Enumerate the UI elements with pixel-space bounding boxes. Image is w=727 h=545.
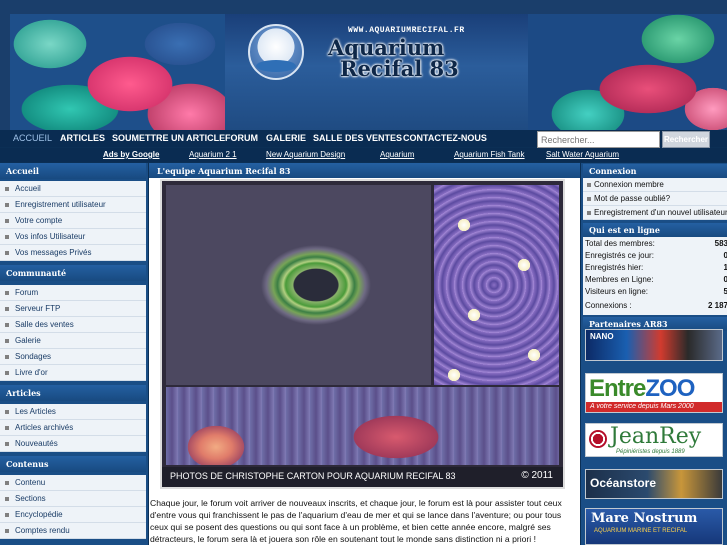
banner-image: WWW.AQUARIUMRECIFAL.FR Aquarium Recifal … xyxy=(10,14,727,130)
nav-salle-des-ventes[interactable]: SALLE DES VENTES xyxy=(313,133,402,143)
bullet-icon xyxy=(5,187,9,191)
sidebar-item-galerie[interactable]: Galerie xyxy=(0,333,146,349)
nav-galerie[interactable]: GALERIE xyxy=(266,133,306,143)
ad-link[interactable]: Salt Water Aquarium xyxy=(546,150,619,159)
bullet-icon xyxy=(5,513,9,517)
sidebar-item-accueil[interactable]: Accueil xyxy=(0,181,146,197)
section-header-communaute: Communauté xyxy=(0,265,146,281)
section-header-articles: Articles xyxy=(0,385,146,401)
ads-by-google-link[interactable]: Ads by Google xyxy=(103,150,159,159)
photo-caption-text: PHOTOS DE CHRISTOPHE CARTON POUR AQUARIU… xyxy=(170,471,456,481)
bullet-icon xyxy=(5,481,9,485)
sidebar-item-sections[interactable]: Sections xyxy=(0,491,146,507)
bullet-icon xyxy=(5,355,9,359)
bullet-icon xyxy=(5,426,9,430)
nouvel-utilisateur-link[interactable]: Enregistrement d'un nouvel utilisateur xyxy=(583,206,727,220)
sidebar-item-les-articles[interactable]: Les Articles xyxy=(0,404,146,420)
ad-link[interactable]: Aquarium xyxy=(380,150,414,159)
left-sidebar: Accueil Accueil Enregistrement utilisate… xyxy=(0,163,148,545)
ad-link[interactable]: New Aquarium Design xyxy=(266,150,345,159)
sidebar-item-salle-ventes[interactable]: Salle des ventes xyxy=(0,317,146,333)
main-content: L'equipe Aquarium Recifal 83 PHOTOS DE C… xyxy=(149,163,580,545)
coral-image-right xyxy=(528,14,727,130)
bullet-icon xyxy=(5,371,9,375)
site-url: WWW.AQUARIUMRECIFAL.FR xyxy=(348,26,465,35)
sidebar-item-ftp[interactable]: Serveur FTP xyxy=(0,301,146,317)
sidebar-item-enregistrement[interactable]: Enregistrement utilisateur xyxy=(0,197,146,213)
sidebar-item-encyclopedie[interactable]: Encyclopédie xyxy=(0,507,146,523)
search-input[interactable] xyxy=(537,131,660,148)
bullet-icon xyxy=(5,410,9,414)
partner-oceanstore-banner[interactable]: Océanstore xyxy=(585,469,723,499)
sidebar-item-articles-archives[interactable]: Articles archivés xyxy=(0,420,146,436)
sidebar-item-livre-or[interactable]: Livre d'or xyxy=(0,365,146,381)
bullet-icon xyxy=(5,219,9,223)
stat-membres-en-ligne: Membres en Ligne: 0 xyxy=(585,275,727,284)
nav-forum[interactable]: FORUM xyxy=(225,133,258,143)
bullet-icon xyxy=(587,183,591,187)
stat-connexions: Connexions :2 187 xyxy=(585,301,727,310)
bullet-icon xyxy=(587,211,591,215)
sidebar-item-contenu[interactable]: Contenu xyxy=(0,475,146,491)
coral-photo-purple xyxy=(434,185,559,385)
site-name-line2: Recifal 83 xyxy=(340,56,459,81)
section-header-accueil: Accueil xyxy=(0,163,146,179)
bullet-icon xyxy=(5,323,9,327)
partner-jeanrey-banner[interactable]: JeanRey Pépiniéristes depuis 1889 xyxy=(585,423,723,457)
nav-articles[interactable]: ARTICLES xyxy=(60,133,105,143)
mot-de-passe-link[interactable]: Mot de passe oublié? xyxy=(583,192,727,206)
coral-photo-green xyxy=(166,185,431,385)
header-banner: WWW.AQUARIUMRECIFAL.FR Aquarium Recifal … xyxy=(0,0,727,130)
stat-total-membres: Total des membres: 583 xyxy=(585,239,727,248)
search-button[interactable]: Rechercher xyxy=(662,131,710,148)
bullet-icon xyxy=(5,442,9,446)
nav-contactez-nous[interactable]: CONTACTEZ-NOUS xyxy=(403,133,487,143)
intro-text: Chaque jour, le forum voit arriver de no… xyxy=(150,498,562,544)
coral-photo-bottom xyxy=(166,387,559,465)
bullet-icon xyxy=(5,251,9,255)
sidebar-item-messages[interactable]: Vos messages Privés xyxy=(0,245,146,261)
partner-entrezoo-banner[interactable]: EntreZOO A votre service depuis Mars 200… xyxy=(585,373,723,413)
ads-bar: Ads by Google Aquarium 2 1 New Aquarium … xyxy=(0,148,727,162)
bullet-icon xyxy=(5,497,9,501)
section-header-contenus: Contenus xyxy=(0,456,146,472)
right-sidebar: Connexion Connexion membre Mot de passe … xyxy=(581,163,727,545)
ad-link[interactable]: Aquarium Fish Tank xyxy=(454,150,525,159)
site-logo[interactable] xyxy=(248,24,304,80)
nav-accueil[interactable]: ACCUEIL xyxy=(13,133,52,143)
bullet-icon xyxy=(5,307,9,311)
bullet-icon xyxy=(587,197,591,201)
photo-copyright: © 2011 xyxy=(521,470,553,481)
connexion-membre-link[interactable]: Connexion membre xyxy=(583,178,727,192)
connexion-header: Connexion xyxy=(583,164,727,178)
nav-soumettre-article[interactable]: SOUMETTRE UN ARTICLE xyxy=(112,133,225,143)
bullet-icon xyxy=(5,339,9,343)
sidebar-item-nouveautes[interactable]: Nouveautés xyxy=(0,436,146,452)
stat-enregistres-jour: Enregistrés ce jour: 0 xyxy=(585,251,727,260)
content-title: L'equipe Aquarium Recifal 83 xyxy=(149,163,580,178)
sidebar-item-sondages[interactable]: Sondages xyxy=(0,349,146,365)
bullet-icon xyxy=(5,235,9,239)
sidebar-item-vos-infos[interactable]: Vos infos Utilisateur xyxy=(0,229,146,245)
partner-nano-banner[interactable]: NANO xyxy=(585,329,723,361)
team-photo: PHOTOS DE CHRISTOPHE CARTON POUR AQUARIU… xyxy=(160,179,565,489)
coral-image-left xyxy=(10,14,225,130)
sidebar-item-forum[interactable]: Forum xyxy=(0,285,146,301)
bullet-icon xyxy=(5,291,9,295)
online-header: Qui est en ligne xyxy=(583,223,727,237)
sidebar-item-comptes-rendu[interactable]: Comptes rendu xyxy=(0,523,146,539)
partner-mare-nostrum-banner[interactable]: Mare Nostrum AQUARIUM MARINE ET RECIFAL xyxy=(585,508,723,545)
sidebar-item-votre-compte[interactable]: Votre compte xyxy=(0,213,146,229)
ad-link[interactable]: Aquarium 2 1 xyxy=(189,150,237,159)
stat-enregistres-hier: Enregistrés hier: 1 xyxy=(585,263,727,272)
jeanrey-logo-icon xyxy=(589,430,607,448)
photo-caption: PHOTOS DE CHRISTOPHE CARTON POUR AQUARIU… xyxy=(162,467,563,487)
online-stats: Total des membres: 583 Enregistrés ce jou… xyxy=(583,237,727,315)
stat-visiteurs-en-ligne: Visiteurs en ligne: 5 xyxy=(585,287,727,296)
bullet-icon xyxy=(5,529,9,533)
bullet-icon xyxy=(5,203,9,207)
